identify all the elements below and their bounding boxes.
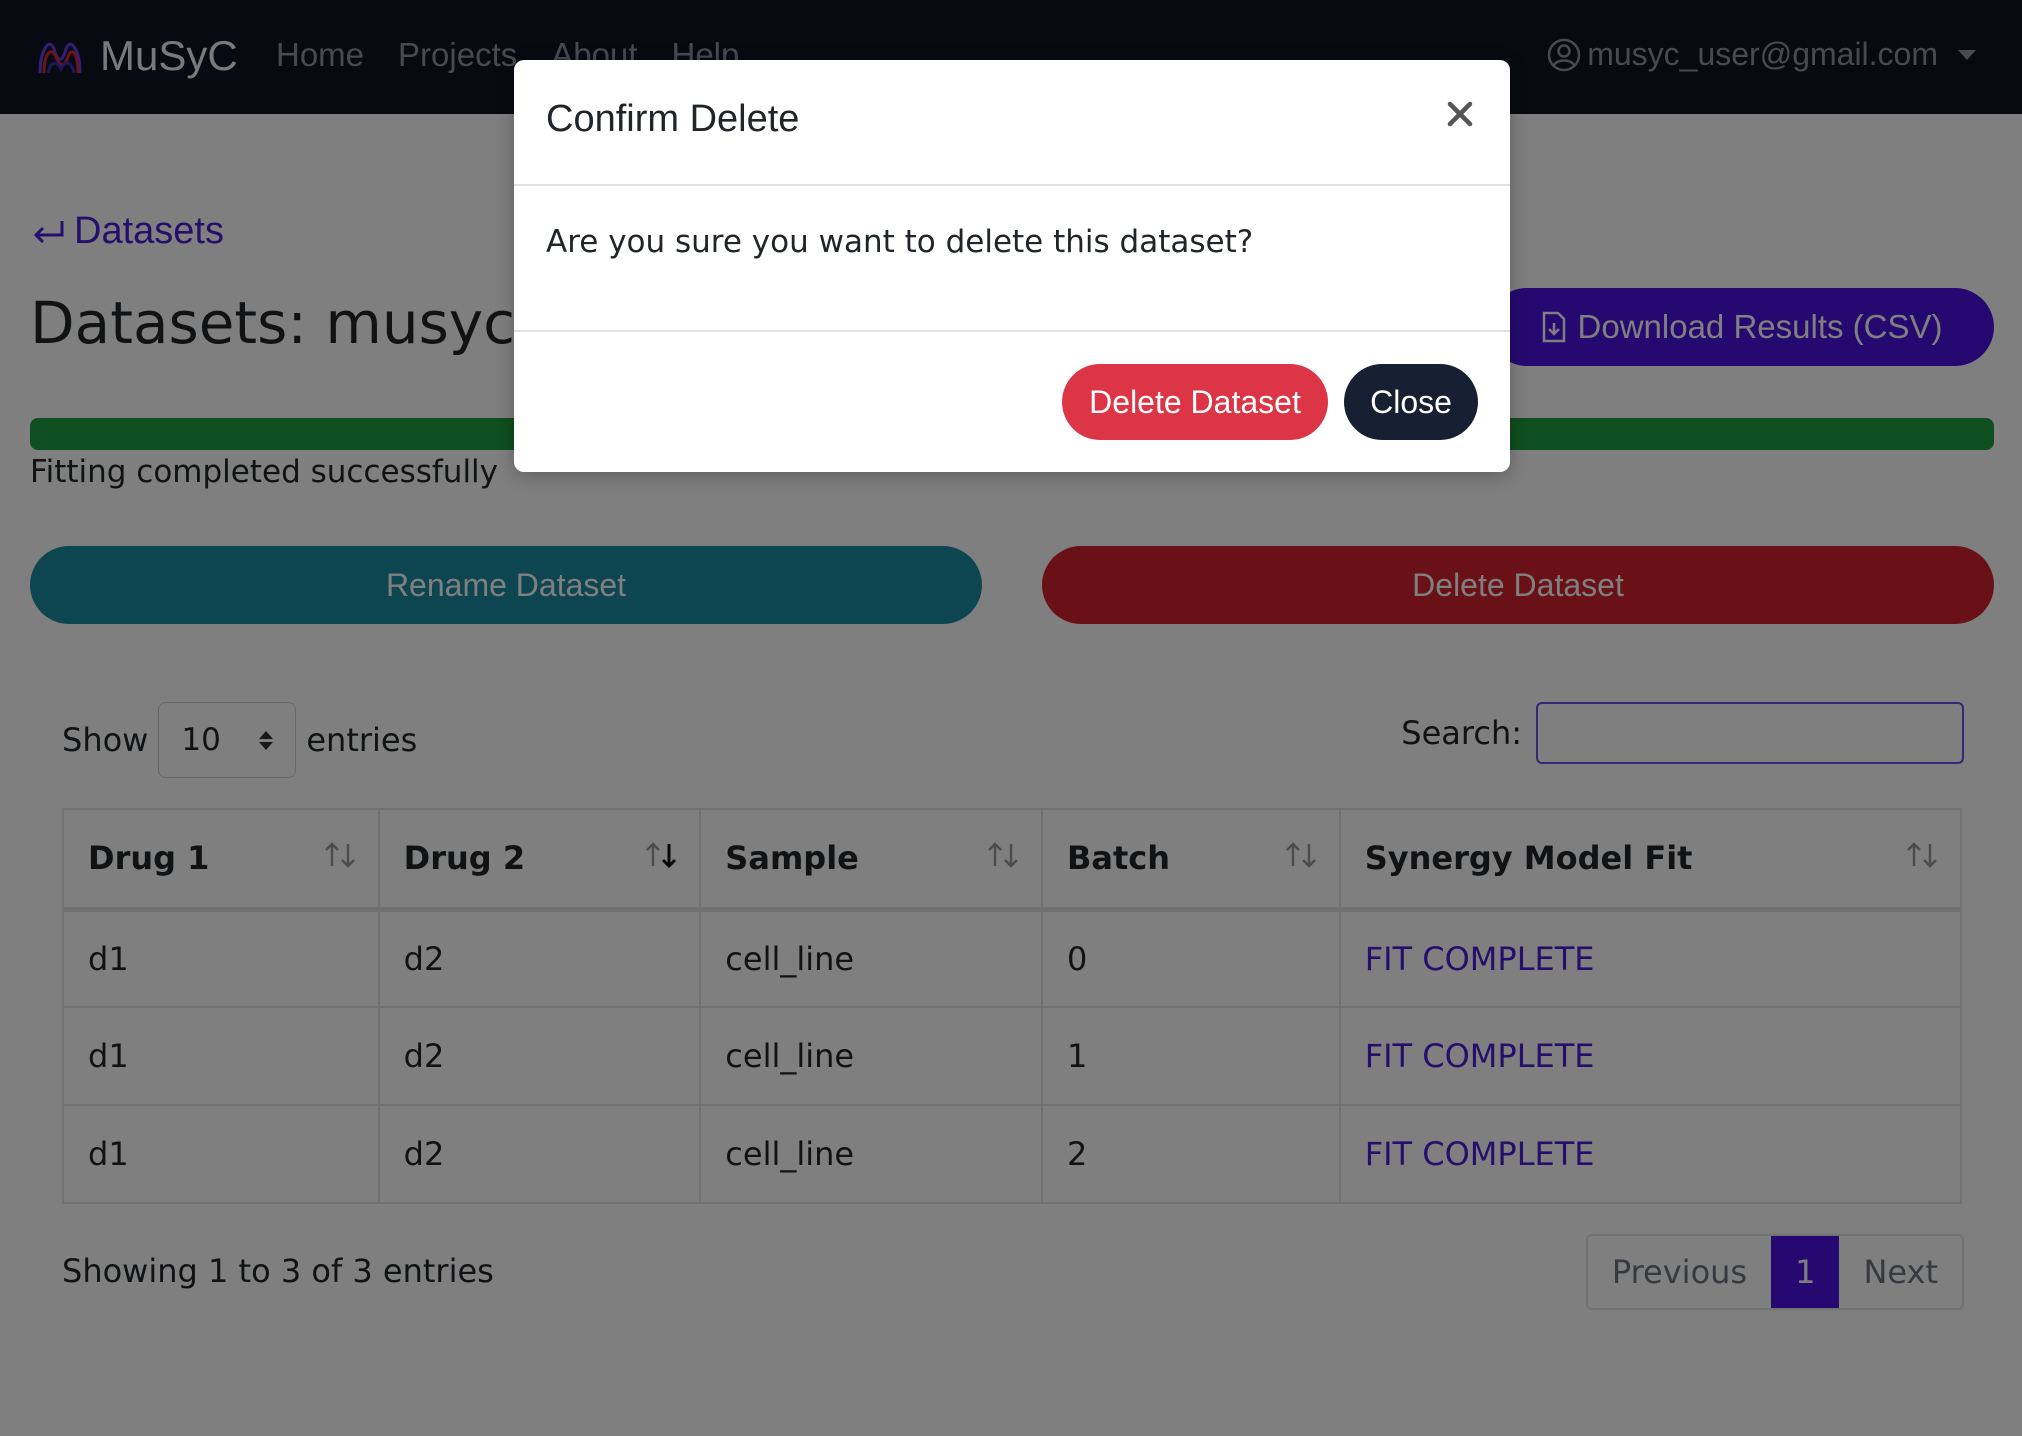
modal-body-text: Are you sure you want to delete this dat… [546,224,1254,260]
confirm-delete-button[interactable]: Delete Dataset [1062,364,1328,440]
confirm-delete-modal: Confirm Delete Are you sure you want to … [514,60,1510,472]
modal-title: Confirm Delete [546,98,800,140]
modal-close-button[interactable]: Close [1344,364,1478,440]
modal-header: Confirm Delete [514,60,1510,186]
close-icon[interactable] [1442,96,1478,132]
modal-footer: Delete Dataset Close [514,330,1510,472]
